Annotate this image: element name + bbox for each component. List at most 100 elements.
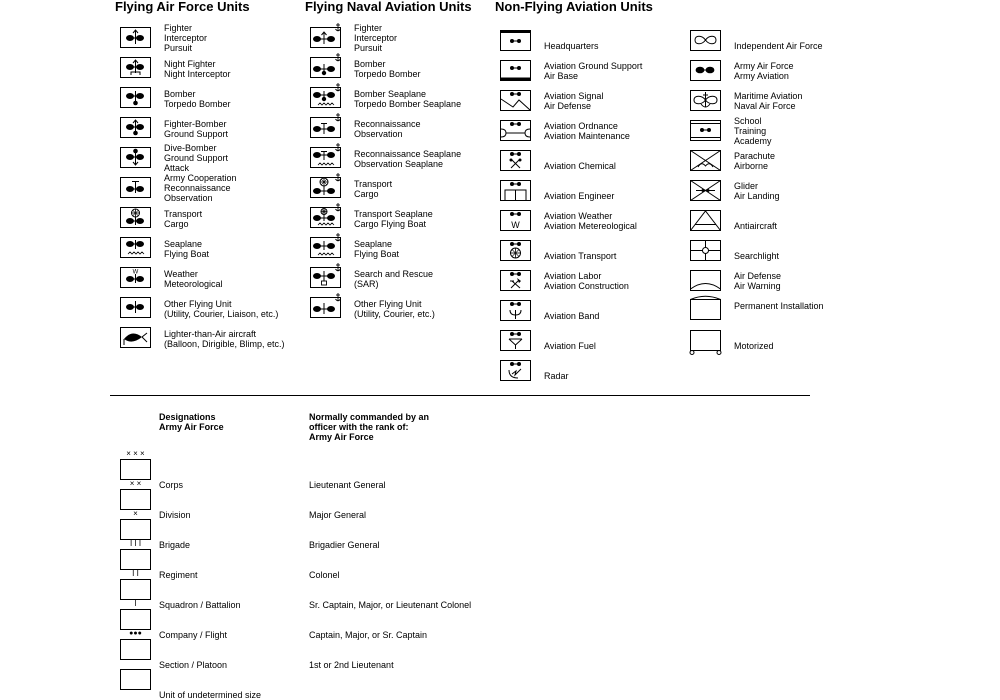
legend-item-label: School Training Academy [734, 116, 772, 146]
legend-item-line: Aviation Transport [544, 251, 617, 261]
section-divider [110, 395, 810, 396]
designations-header-line: Designations [159, 412, 216, 422]
legend-item-line [544, 241, 616, 251]
svg-text:W: W [511, 220, 520, 230]
svg-text:W: W [133, 270, 139, 276]
legend-item-line: Aviation Fuel [544, 341, 596, 351]
legend-item-label: Other Flying Unit (Utility, Courier, etc.… [354, 299, 435, 319]
legend-item-line: Search and Rescue [354, 269, 434, 279]
naval-transport-seaplane-icon [310, 203, 341, 228]
column-title-air-force: Flying Air Force Units [115, 0, 250, 14]
legend-item-line: Parachute [734, 151, 776, 161]
motorized-icon [689, 330, 722, 355]
legend-item-label: Army Cooperation Reconnaissance Observatio… [164, 173, 237, 203]
legend-item-line: Maritime Aviation [734, 91, 803, 101]
rank-header-line: Normally commanded by an [309, 412, 430, 422]
aviation-engineer-icon [500, 180, 531, 201]
legend-item-line: Aviation Band [544, 311, 600, 321]
legend-item-line: Independent Air Force [734, 41, 823, 51]
legend-item-line: Cargo Flying Boat [354, 219, 427, 229]
legend-item-line: Pursuit [354, 43, 383, 53]
glider-icon [690, 180, 721, 201]
legend-item-line: Weather [164, 269, 198, 279]
legend-item-line: Aviation Ordnance [544, 121, 618, 131]
legend-item-line [734, 241, 779, 251]
designation-rank: 1st or 2nd Lieutenant [309, 660, 394, 670]
column-title-naval: Flying Naval Aviation Units [305, 0, 472, 14]
legend-item-label: Transport Seaplane Cargo Flying Boat [354, 209, 433, 229]
legend-item-line: Army Air Force [734, 61, 794, 71]
legend-item-label: Antiaircraft [734, 211, 777, 231]
designation-name: Regiment [159, 570, 198, 580]
legend-item-line [734, 211, 777, 221]
designation-rank: Captain, Major, or Sr. Captain [309, 630, 428, 640]
legend-item-label: Army Air Force Army Aviation [734, 61, 794, 81]
designation-name: Brigade [159, 540, 191, 550]
transport-icon [120, 207, 151, 228]
designation-rank: Colonel [309, 570, 340, 580]
radar-icon [500, 360, 531, 381]
legend-item-line: Fighter [354, 23, 383, 33]
rank-header-line: Army Air Force [309, 432, 374, 442]
independent-air-force-icon [690, 30, 721, 51]
legend-item-line: Observation Seaplane [354, 159, 444, 169]
legend-item-line: (Utility, Courier, Liaison, etc.) [164, 309, 279, 319]
aviation-signal-icon [500, 90, 531, 111]
legend-item-line: Attack [164, 163, 190, 173]
aviation-transport-icon [500, 240, 531, 261]
legend-item-label: Fighter-Bomber Ground Support [164, 119, 228, 139]
legend-item-line: Dive-Bomber [164, 143, 217, 153]
unit-frame-icon [120, 669, 151, 690]
echelon-marker: × [133, 509, 138, 518]
legend-item-line: Glider [734, 181, 759, 191]
naval-seaplane-icon [310, 233, 341, 258]
legend-item-label: Other Flying Unit (Utility, Courier, Liai… [164, 299, 278, 319]
legend-item-line: School [734, 116, 762, 126]
designations-header-line: Army Air Force [159, 422, 224, 432]
legend-item-label: Searchlight [734, 241, 779, 261]
legend-item-line [734, 31, 823, 41]
legend-item-line: (Balloon, Dirigible, Blimp, etc.) [164, 339, 285, 349]
legend-item-line: (Utility, Courier, etc.) [354, 309, 435, 319]
legend-item-line: Other Flying Unit [354, 299, 422, 309]
legend-item-label: Motorized [734, 331, 774, 351]
naval-bomber-icon [310, 53, 341, 78]
legend-item-label: Aviation Ordnance Aviation Maintenance [544, 121, 630, 141]
designation-name: Unit of undetermined size [159, 690, 262, 700]
legend-item-line: Air Landing [734, 191, 780, 201]
legend-item-line: Torpedo Bomber [354, 69, 421, 79]
legend-item-line: Pursuit [164, 43, 193, 53]
legend-item-line [544, 151, 616, 161]
legend-item-line: Lighter-than-Air aircraft [164, 329, 257, 339]
echelon-marker: × × × [126, 449, 145, 458]
legend-item-line: Cargo [354, 189, 379, 199]
aviation-ordnance-icon [500, 120, 531, 141]
legend-item-label: Night Fighter Night Interceptor [164, 59, 231, 79]
legend-item-label: Reconnaissance Seaplane Observation Seapl… [354, 149, 461, 169]
legend-item-line: Ground Support [164, 129, 229, 139]
legend-item-label: Aviation Fuel [544, 331, 596, 351]
legend-item-label: Seaplane Flying Boat [354, 239, 399, 259]
legend-item-label: Fighter Interceptor Pursuit [354, 23, 397, 53]
designation-rank: Brigadier General [309, 540, 380, 550]
bomber-icon [120, 87, 151, 108]
legend-item-label: Headquarters [544, 31, 599, 51]
legend-item-line: Transport Seaplane [354, 209, 433, 219]
fighter-icon [120, 27, 151, 48]
designation-rank: Sr. Captain, Major, or Lieutenant Colone… [309, 600, 472, 610]
rank-header-line: officer with the rank of: [309, 422, 409, 432]
designation-rank: Major General [309, 510, 367, 520]
legend-item-label: Bomber Seaplane Torpedo Bomber Seaplane [354, 89, 461, 109]
legend-item-line: Radar [544, 371, 569, 381]
naval-other-flying-unit-icon [310, 293, 341, 318]
maritime-aviation-icon [690, 90, 721, 111]
search-and-rescue-icon [310, 263, 341, 288]
legend-item-line: Aviation Weather [544, 211, 613, 221]
unit-frame-icon [120, 639, 151, 660]
aviation-weather-icon: W [500, 210, 531, 231]
dive-bomber-icon [120, 147, 151, 168]
legend-item-line: Aviation Construction [544, 281, 629, 291]
legend-item-label: Transport Cargo [164, 209, 202, 229]
legend-item-line [544, 361, 569, 371]
legend-item-label: Aviation Signal Air Defense [544, 91, 603, 111]
